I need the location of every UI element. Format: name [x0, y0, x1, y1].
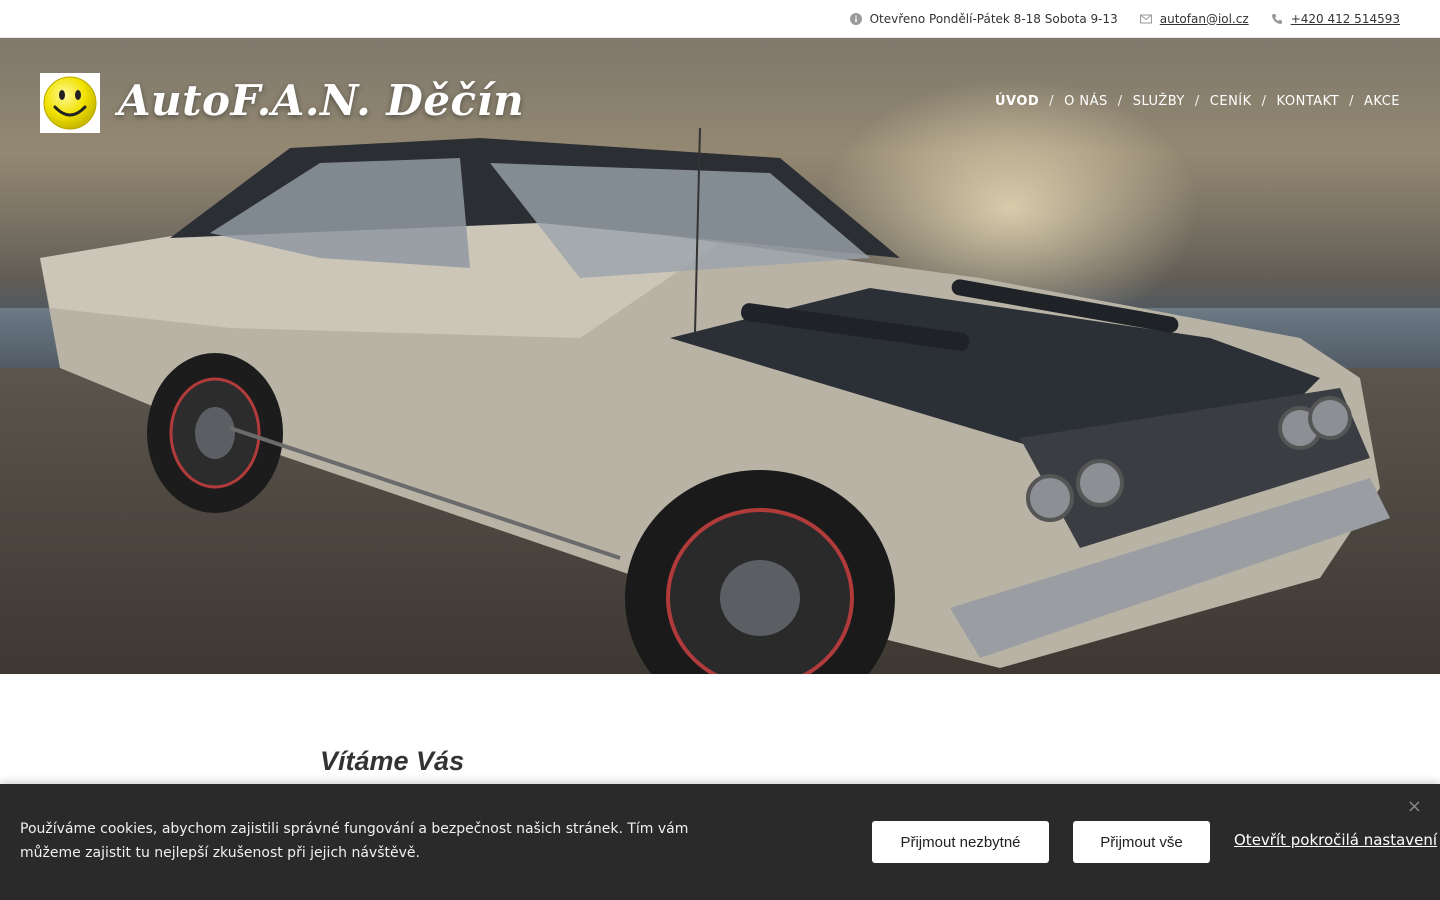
top-info-bar: Otevřeno Pondělí-Pátek 8-18 Sobota 9-13 … [0, 0, 1440, 38]
accept-necessary-button[interactable]: Přijmout nezbytné [872, 821, 1049, 863]
cookie-consent-bar: Používáme cookies, abychom zajistili spr… [0, 784, 1440, 900]
nav-item-uvod[interactable]: Úvod [995, 94, 1039, 109]
phone-link[interactable]: +420 412 514593 [1291, 12, 1400, 26]
smiley-icon [43, 76, 97, 130]
site-title[interactable]: AutoF.A.N. Děčín [118, 76, 524, 125]
phone-icon [1271, 13, 1282, 24]
nav-item-akce[interactable]: Akce [1364, 94, 1400, 109]
nav-item-cenik[interactable]: Ceník [1210, 94, 1252, 109]
email-link[interactable]: autofan@iol.cz [1160, 12, 1249, 26]
info-icon [849, 12, 862, 25]
accept-all-button[interactable]: Přijmout vše [1073, 821, 1210, 863]
site-logo[interactable] [40, 73, 100, 133]
nav-separator: / [1049, 94, 1055, 109]
opening-hours-text: Otevřeno Pondělí-Pátek 8-18 Sobota 9-13 [869, 11, 1118, 26]
envelope-icon [1139, 14, 1152, 23]
main-navigation: Úvod / O nás / Služby / Ceník / Kontakt … [995, 94, 1400, 109]
opening-hours: Otevřeno Pondělí-Pátek 8-18 Sobota 9-13 [849, 11, 1118, 26]
nav-separator: / [1349, 94, 1354, 109]
nav-separator: / [1117, 94, 1123, 109]
hero-banner: AutoF.A.N. Děčín Úvod / O nás / Služby /… [0, 38, 1440, 674]
car-image [40, 127, 1390, 674]
nav-separator: / [1194, 94, 1200, 109]
phone-contact: +420 412 514593 [1271, 12, 1400, 26]
close-icon[interactable]: × [1407, 798, 1422, 816]
cookie-text: Používáme cookies, abychom zajistili spr… [20, 821, 689, 861]
nav-item-sluzby[interactable]: Služby [1133, 94, 1185, 109]
nav-item-kontakt[interactable]: Kontakt [1277, 94, 1340, 109]
nav-item-o-nas[interactable]: O nás [1064, 94, 1108, 109]
welcome-heading: Vítáme Vás [320, 746, 465, 776]
email-contact: autofan@iol.cz [1139, 12, 1249, 26]
nav-separator: / [1261, 94, 1267, 109]
advanced-settings-link[interactable]: Otevřít pokročilá nastavení [1234, 831, 1437, 849]
